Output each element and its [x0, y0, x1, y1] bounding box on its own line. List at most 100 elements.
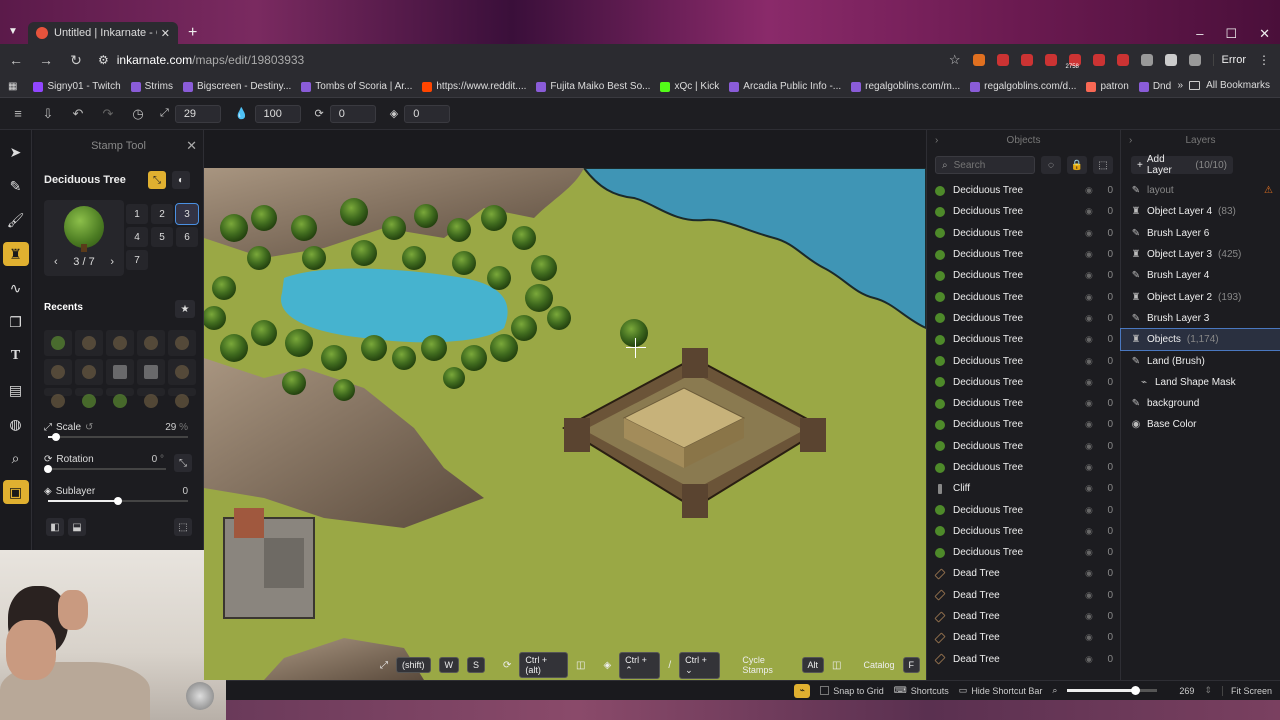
paint-brush-icon[interactable]: 🖌	[3, 208, 29, 232]
layer-row[interactable]: ✎ Brush Layer 6	[1121, 223, 1280, 244]
object-row[interactable]: Deciduous Tree ◉ 0	[927, 286, 1121, 307]
mirror-button[interactable]: ◧	[46, 518, 64, 536]
zoom-value[interactable]: 269	[1179, 686, 1194, 696]
recent-stamp[interactable]	[106, 330, 134, 356]
recent-stamp[interactable]	[44, 388, 72, 408]
recent-stamp[interactable]	[137, 359, 165, 385]
bookmark-star-icon[interactable]: ☆	[949, 52, 961, 68]
back-icon[interactable]: ←	[8, 52, 24, 68]
apps-grid-icon[interactable]: ▦	[8, 81, 17, 92]
visibility-icon[interactable]: ◉	[1085, 206, 1095, 217]
layer-row[interactable]: ♜ Object Layer 2 (193)	[1121, 286, 1280, 307]
recent-stamp[interactable]	[75, 330, 103, 356]
brush-paint-icon[interactable]: ✎	[3, 174, 29, 198]
zoom-icon[interactable]: ⌕	[3, 446, 29, 470]
opacity-value[interactable]: 100	[254, 104, 301, 123]
extension-icon[interactable]	[1116, 54, 1129, 66]
recent-stamp[interactable]	[168, 359, 196, 385]
notes-tool-icon[interactable]: ▤	[3, 378, 29, 402]
rotation-track[interactable]	[44, 465, 166, 473]
shapes-tool-icon[interactable]: ❐	[3, 310, 29, 334]
recent-stamp[interactable]	[168, 388, 196, 408]
scale-track[interactable]	[48, 433, 188, 441]
reload-icon[interactable]: ↻	[68, 52, 84, 69]
size-field[interactable]: ⤢ 29	[160, 104, 221, 123]
layer-row[interactable]: ✎ layout ⚠	[1121, 180, 1280, 201]
object-row[interactable]: Deciduous Tree ◉ 0	[927, 436, 1121, 457]
object-row[interactable]: Deciduous Tree ◉ 0	[927, 308, 1121, 329]
rotation-knob[interactable]	[44, 465, 52, 473]
object-row[interactable]: Dead Tree ◉ 0	[927, 606, 1121, 627]
menu-icon[interactable]: ≡	[10, 106, 26, 121]
visibility-icon[interactable]: ◉	[1085, 611, 1095, 622]
close-window-icon[interactable]: ✕	[1259, 26, 1270, 42]
random-rotation-button[interactable]: ⤡	[174, 454, 192, 472]
next-variation-icon[interactable]: ›	[110, 256, 114, 268]
scale-slider[interactable]: ⤢ Scale ↺ 29 %	[44, 422, 198, 441]
bookmark-item[interactable]: patron	[1086, 81, 1129, 92]
tab-search-dropdown-icon[interactable]: ▼	[8, 26, 18, 37]
object-row[interactable]: Deciduous Tree ◉ 0	[927, 350, 1121, 371]
collapse-layers-icon[interactable]: ›	[1129, 135, 1132, 146]
variation-button[interactable]: 7	[126, 250, 148, 270]
recent-stamp[interactable]	[106, 359, 134, 385]
all-bookmarks-button[interactable]: » All Bookmarks	[1171, 80, 1270, 91]
map-canvas[interactable]	[204, 168, 926, 680]
visibility-icon[interactable]: ◉	[1085, 632, 1095, 643]
visibility-icon[interactable]: ◉	[1085, 356, 1095, 367]
bookmark-item[interactable]: Tombs of Scoria | Ar...	[301, 81, 412, 92]
object-row[interactable]: Deciduous Tree ◉ 0	[927, 244, 1121, 265]
object-row[interactable]: Dead Tree ◉ 0	[927, 585, 1121, 606]
object-row[interactable]: Dead Tree ◉ 0	[927, 649, 1121, 670]
bookmark-item[interactable]: regalgoblins.com/d...	[970, 81, 1076, 92]
sublayer-value[interactable]: 0	[182, 486, 188, 497]
object-row[interactable]: Dead Tree ◉ 0	[927, 563, 1121, 584]
sublayer-knob[interactable]	[114, 497, 122, 505]
recent-stamp[interactable]	[168, 330, 196, 356]
zoom-slider[interactable]	[1067, 686, 1158, 695]
visibility-icon[interactable]: ◉	[1085, 249, 1095, 260]
scale-knob[interactable]	[52, 433, 61, 441]
extension-icon[interactable]	[1020, 54, 1033, 66]
visibility-icon[interactable]: ◉	[1085, 313, 1095, 324]
visibility-icon[interactable]: ◉	[1085, 292, 1095, 303]
bookmark-item[interactable]: regalgoblins.com/m...	[851, 81, 960, 92]
recent-stamp[interactable]	[75, 388, 103, 408]
object-row[interactable]: Deciduous Tree ◉ 0	[927, 201, 1121, 222]
recent-stamp[interactable]	[137, 388, 165, 408]
bookmark-item[interactable]: https://www.reddit....	[422, 81, 526, 92]
layer-row[interactable]: ✎ background	[1121, 393, 1280, 414]
visibility-icon[interactable]: ◉	[1085, 334, 1095, 345]
zoom-stepper-icon[interactable]: ⇕	[1204, 685, 1212, 696]
scale-value-field[interactable]: 29 %	[165, 422, 188, 433]
hide-shortcut-bar-button[interactable]: ▭ Hide Shortcut Bar	[959, 685, 1043, 696]
rotation-field[interactable]: ⟳ 0	[315, 104, 376, 123]
extension-icon[interactable]	[1092, 54, 1105, 66]
rotation-value-field[interactable]: 0 °	[152, 454, 164, 465]
favorites-star-icon[interactable]: ★	[175, 300, 195, 318]
shortcuts-button[interactable]: ⌨ Shortcuts	[894, 685, 949, 696]
error-button[interactable]: Error	[1212, 54, 1246, 66]
reset-scale-icon[interactable]: ↺	[85, 422, 93, 433]
visibility-icon[interactable]: ◉	[1085, 398, 1095, 409]
variation-button-selected[interactable]: 3	[175, 203, 199, 225]
layer-row[interactable]: ✎ Brush Layer 3	[1121, 308, 1280, 329]
extensions-puzzle-icon[interactable]	[1140, 54, 1153, 66]
object-row[interactable]: Deciduous Tree ◉ 0	[927, 393, 1121, 414]
save-icon[interactable]: ▣	[2, 480, 29, 504]
checkbox-icon[interactable]	[820, 686, 830, 695]
globe-icon[interactable]: ◍	[3, 412, 29, 436]
layer-row[interactable]: ◉ Base Color	[1121, 414, 1280, 435]
object-row[interactable]: Deciduous Tree ◉ 0	[927, 542, 1121, 563]
add-layer-button[interactable]: + Add Layer (10/10)	[1131, 154, 1233, 176]
path-tool-icon[interactable]: ∿	[3, 276, 29, 300]
undo-icon[interactable]: ↶	[70, 106, 86, 122]
sublayer-slider[interactable]: ◈ Sublayer 0	[44, 486, 198, 505]
object-row[interactable]: Deciduous Tree ◉ 0	[927, 372, 1121, 393]
object-row[interactable]: Deciduous Tree ◉ 0	[927, 499, 1121, 520]
layer-row[interactable]: ✎ Land (Brush)	[1121, 350, 1280, 371]
close-panel-icon[interactable]: ✕	[186, 138, 197, 154]
browser-menu-icon[interactable]: ⋮	[1258, 53, 1270, 67]
opacity-field[interactable]: 💧 100	[235, 104, 301, 123]
new-tab-icon[interactable]: +	[188, 24, 197, 42]
